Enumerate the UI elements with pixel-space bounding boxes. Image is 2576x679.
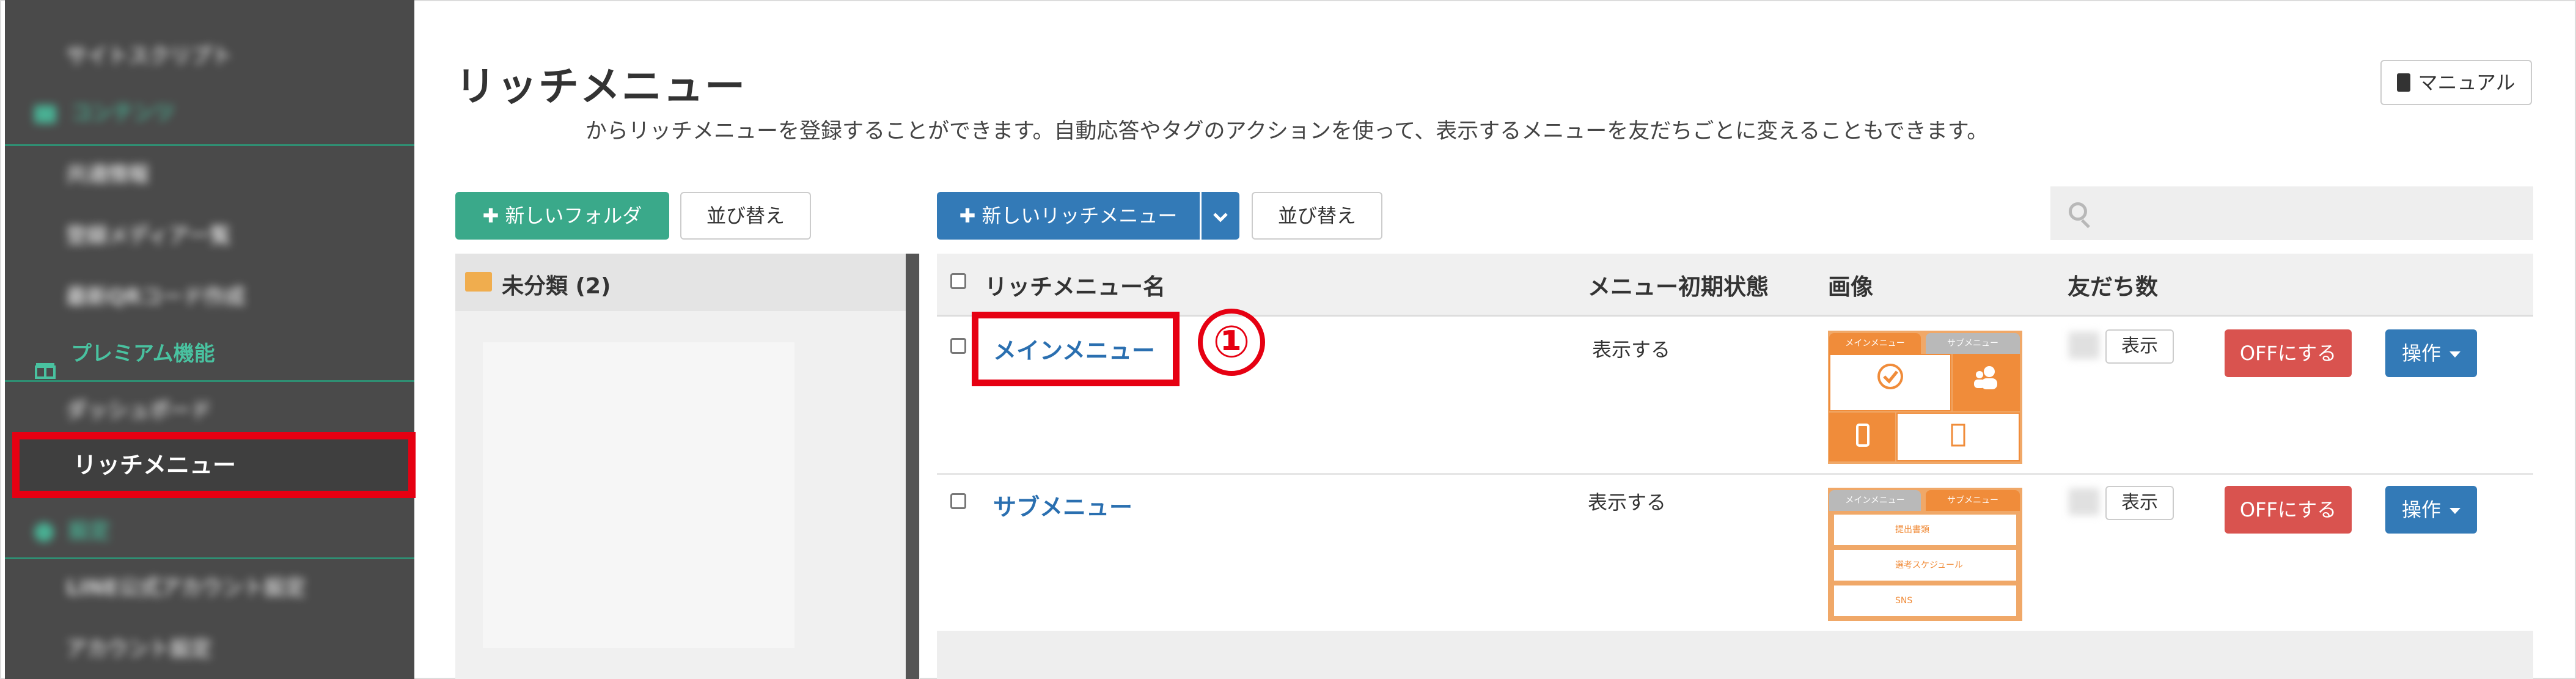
new-folder-label: 新しいフォルダ xyxy=(505,204,642,227)
sidebar-item-qr-code[interactable]: 最新QRコード作成 xyxy=(5,273,414,321)
sidebar-section-label: コンテンツ xyxy=(71,101,175,125)
check-circle-icon xyxy=(1877,364,1903,389)
show-friends-button[interactable]: 表示 xyxy=(2105,329,2174,364)
sidebar-item-line-account-settings[interactable]: LINE公式アカウント設定 xyxy=(5,563,414,612)
sidebar-divider xyxy=(5,144,414,146)
sidebar-item-common-info[interactable]: 共通情報 xyxy=(5,150,414,199)
sidebar-item-account-settings[interactable]: アカウント設定 xyxy=(5,625,414,673)
chevron-down-icon xyxy=(1213,213,1228,222)
new-richmenu-label: 新しいリッチメニュー xyxy=(982,204,1178,227)
sidebar: サイトスクリプト コンテンツ 共通情報 登録メディア一覧 最新QRコード作成 プ… xyxy=(5,0,416,679)
gift-icon xyxy=(34,346,56,379)
sidebar-section-label: プレミアム機能 xyxy=(71,342,215,366)
show-friends-button[interactable]: 表示 xyxy=(2105,486,2174,520)
richmenu-table: リッチメニュー名 メニュー初期状態 画像 友だち数 メインメニュー 表示する メ… xyxy=(937,254,2533,633)
sidebar-item-site-script[interactable]: サイトスクリプト xyxy=(5,32,414,81)
column-header-friends: 友だち数 xyxy=(2068,274,2158,300)
operations-dropdown-button[interactable]: 操作 xyxy=(2385,486,2477,534)
new-richmenu-dropdown-toggle[interactable] xyxy=(1202,192,1239,240)
thumbnail-cell xyxy=(1829,413,1895,461)
new-richmenu-button[interactable]: ✚ 新しいリッチメニュー xyxy=(937,192,1200,240)
users-icon xyxy=(1974,366,1997,389)
folder-item-uncategorized[interactable]: 未分類 (2) xyxy=(455,254,910,311)
sidebar-section-settings[interactable]: 設定 xyxy=(5,505,414,557)
table-footer-area xyxy=(937,631,2533,679)
folder-label: 未分類 (2) xyxy=(502,274,611,299)
sidebar-section-premium[interactable]: プレミアム機能 xyxy=(5,328,414,380)
plus-icon: ✚ xyxy=(482,204,499,227)
table-header: リッチメニュー名 メニュー初期状態 画像 友だち数 xyxy=(937,254,2533,317)
plus-icon: ✚ xyxy=(959,204,976,227)
friend-count-value xyxy=(2069,488,2099,515)
highlight-box xyxy=(972,312,1180,386)
sidebar-section-contents[interactable]: コンテンツ xyxy=(5,87,414,139)
thumbnail-item: SNS xyxy=(1834,585,2016,616)
folder-panel-blurred-area xyxy=(483,342,794,648)
sort-folders-button[interactable]: 並び替え xyxy=(680,192,811,240)
column-header-image: 画像 xyxy=(1828,274,1873,300)
building-icon xyxy=(1951,424,1965,447)
turn-off-button[interactable]: OFFにする xyxy=(2225,486,2352,534)
initial-state-value: 表示する xyxy=(1592,338,1671,361)
manual-button[interactable]: マニュアル xyxy=(2380,60,2532,105)
sidebar-divider xyxy=(5,557,414,559)
sort-menus-button[interactable]: 並び替え xyxy=(1252,192,1382,240)
book-icon xyxy=(2397,73,2411,92)
select-all-checkbox[interactable] xyxy=(950,273,966,289)
step-marker: ① xyxy=(1198,309,1265,376)
caret-down-icon xyxy=(2449,351,2460,358)
thumbnail-cell xyxy=(1829,354,1951,411)
operations-label: 操作 xyxy=(2401,342,2441,365)
sidebar-item-media-list[interactable]: 登録メディア一覧 xyxy=(5,211,414,260)
gear-icon xyxy=(34,522,54,542)
turn-off-button[interactable]: OFFにする xyxy=(2225,329,2352,377)
thumbnail-tab-sub: サブメニュー xyxy=(1926,333,2020,354)
folder-icon xyxy=(34,105,56,123)
row-checkbox[interactable] xyxy=(950,493,966,509)
column-header-name: リッチメニュー名 xyxy=(985,274,1165,300)
sidebar-item-rich-menu[interactable]: リッチメニュー xyxy=(12,432,416,498)
richmenu-thumbnail[interactable]: メインメニュー サブメニュー xyxy=(1828,331,2022,464)
thumbnail-tab-main: メインメニュー xyxy=(1829,490,1921,511)
page-description: からリッチメニューを登録することができます。自動応答やタグのアクションを使って、… xyxy=(585,119,1989,144)
sidebar-section-label: 設定 xyxy=(68,519,110,543)
panel-separator[interactable] xyxy=(906,254,919,679)
thumbnail-item: 提出書類 xyxy=(1834,515,2016,545)
thumbnail-tab-main: メインメニュー xyxy=(1829,333,1921,354)
thumbnail-item: 選考スケジュール xyxy=(1834,550,2016,581)
sidebar-item-dashboard[interactable]: ダッシュボード xyxy=(5,386,414,435)
search-input[interactable] xyxy=(2050,186,2533,240)
folder-open-icon xyxy=(465,272,492,292)
page-title: リッチメニュー xyxy=(455,63,746,110)
row-divider xyxy=(937,473,2533,475)
caret-down-icon xyxy=(2449,508,2460,514)
thumbnail-cell xyxy=(1896,413,2020,461)
operations-label: 操作 xyxy=(2401,498,2441,521)
column-header-initial-state: メニュー初期状態 xyxy=(1588,274,1769,300)
friend-count-value xyxy=(2069,332,2099,359)
manual-button-label: マニュアル xyxy=(2418,71,2515,94)
new-folder-button[interactable]: ✚ 新しいフォルダ xyxy=(455,192,669,240)
initial-state-value: 表示する xyxy=(1588,491,1667,514)
sidebar-item-top-cutoff[interactable] xyxy=(5,0,414,24)
search-icon xyxy=(2069,202,2087,221)
phone-icon xyxy=(1856,424,1870,447)
row-checkbox[interactable] xyxy=(950,338,966,354)
sidebar-divider xyxy=(5,380,414,382)
richmenu-thumbnail[interactable]: メインメニュー サブメニュー 提出書類 選考スケジュール SNS xyxy=(1828,488,2022,621)
thumbnail-tab-sub: サブメニュー xyxy=(1926,490,2020,511)
operations-dropdown-button[interactable]: 操作 xyxy=(2385,329,2477,377)
richmenu-name-link[interactable]: サブメニュー xyxy=(993,488,1132,522)
thumbnail-cell xyxy=(1953,354,2020,411)
